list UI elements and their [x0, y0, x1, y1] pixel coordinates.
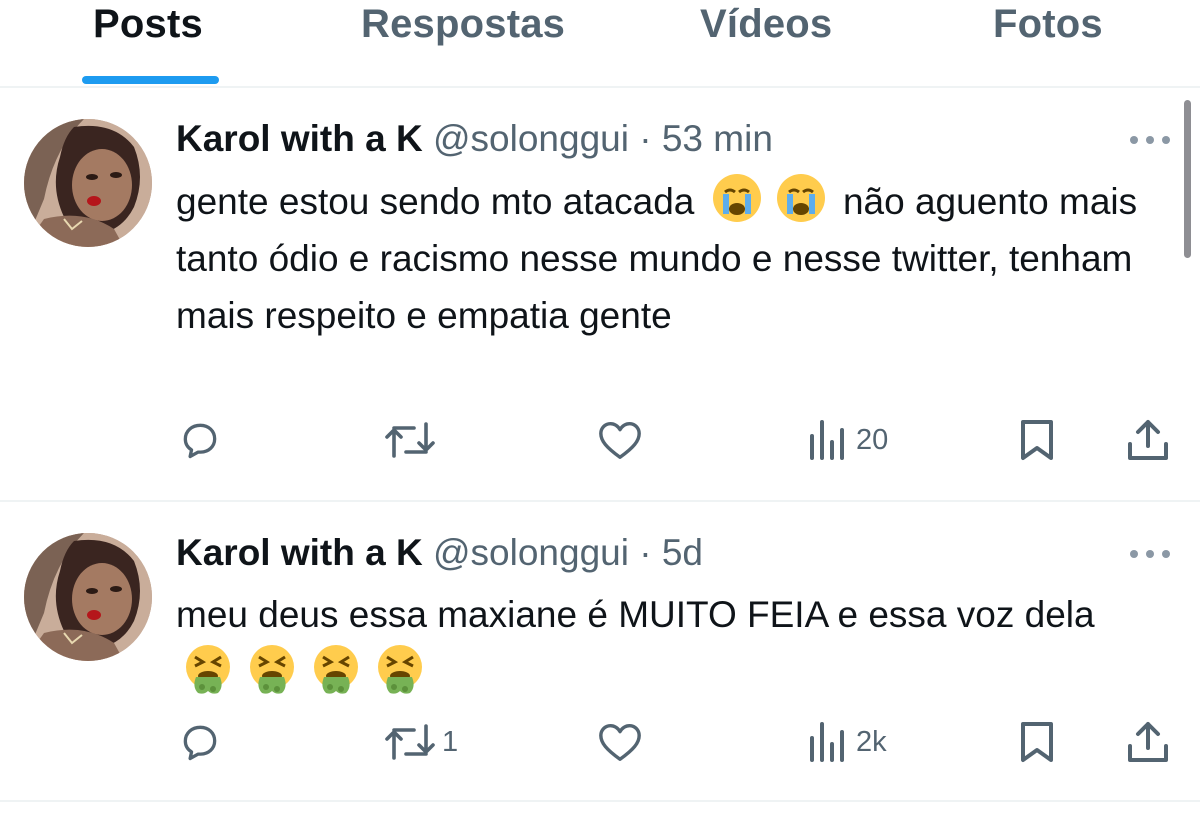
bookmark-icon [1021, 722, 1053, 762]
views-chart-icon [810, 420, 844, 460]
face-vomiting-icon [374, 643, 426, 695]
author-handle[interactable]: @solonggui [433, 118, 629, 159]
repost-button[interactable] [384, 410, 442, 470]
tweet-header: Karol with a K @solonggui · 53 min [176, 117, 773, 161]
views-count: 2k [856, 725, 887, 758]
author-name[interactable]: Karol with a K [176, 532, 423, 573]
face-vomiting-icon [310, 643, 362, 695]
repost-icon [385, 724, 435, 760]
tweet-text-part: meu deus essa maxiane é MUITO FEIA e ess… [176, 594, 1095, 635]
tweet[interactable]: Karol with a K @solonggui · 53 min gente… [0, 88, 1200, 500]
repost-icon [385, 422, 435, 458]
share-button[interactable] [1126, 410, 1170, 470]
heart-icon [599, 421, 641, 459]
avatar[interactable] [24, 533, 152, 661]
separator: · [639, 532, 652, 573]
bookmark-icon [1021, 420, 1053, 460]
tweet-text-part: gente estou sendo mto atacada [176, 181, 695, 222]
profile-tabs: Posts Respostas Vídeos Fotos [0, 0, 1200, 88]
face-vomiting-icon [246, 643, 298, 695]
views-button[interactable]: 2k [806, 712, 887, 772]
heart-icon [599, 723, 641, 761]
repost-button[interactable]: 1 [384, 712, 458, 772]
reply-icon [183, 725, 217, 761]
repost-count: 1 [442, 725, 459, 758]
share-button[interactable] [1126, 712, 1170, 772]
tweet[interactable]: Karol with a K @solonggui · 5d meu deus … [0, 502, 1200, 800]
reply-icon [183, 423, 217, 459]
tweet-actions: 20 [0, 410, 1200, 470]
avatar[interactable] [24, 119, 152, 247]
bookmark-button[interactable] [1017, 712, 1057, 772]
more-options-icon[interactable] [1128, 130, 1174, 150]
share-icon [1128, 722, 1168, 762]
bookmark-button[interactable] [1017, 410, 1057, 470]
tweet-header: Karol with a K @solonggui · 5d [176, 531, 703, 575]
more-options-icon[interactable] [1128, 544, 1174, 564]
reply-button[interactable] [178, 712, 228, 772]
timestamp[interactable]: 5d [662, 532, 703, 573]
tab-videos[interactable]: Vídeos [700, 2, 832, 47]
views-chart-icon [810, 722, 844, 762]
like-button[interactable] [597, 712, 649, 772]
author-handle[interactable]: @solonggui [433, 532, 629, 573]
share-icon [1128, 420, 1168, 460]
tab-posts[interactable]: Posts [93, 2, 203, 47]
reply-button[interactable] [178, 410, 228, 470]
like-button[interactable] [597, 410, 649, 470]
author-name[interactable]: Karol with a K [176, 118, 423, 159]
tab-fotos[interactable]: Fotos [993, 2, 1103, 47]
views-button[interactable]: 20 [806, 410, 888, 470]
loudly-crying-face-icon [711, 172, 763, 224]
active-tab-indicator [82, 76, 219, 84]
separator: · [639, 118, 652, 159]
divider [0, 800, 1200, 802]
views-count: 20 [856, 423, 889, 456]
tab-respostas[interactable]: Respostas [361, 2, 565, 47]
tweet-text: gente estou sendo mto atacada não aguent… [176, 172, 1166, 344]
loudly-crying-face-icon [775, 172, 827, 224]
face-vomiting-icon [182, 643, 234, 695]
tweet-text: meu deus essa maxiane é MUITO FEIA e ess… [176, 586, 1166, 701]
tweet-actions: 1 2k [0, 712, 1200, 772]
timestamp[interactable]: 53 min [662, 118, 773, 159]
